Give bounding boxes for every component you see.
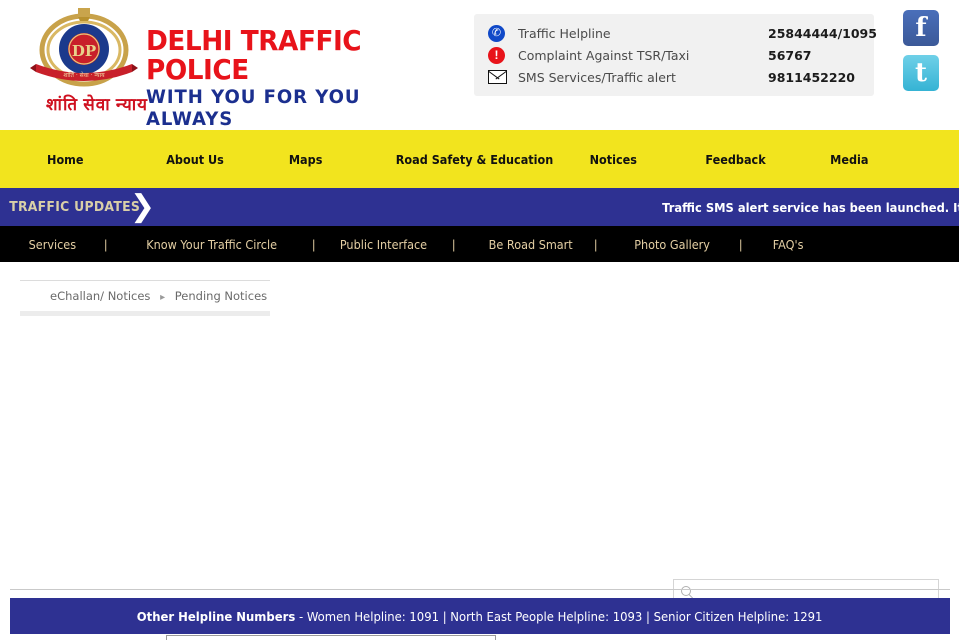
traffic-updates-label: TRAFFIC UPDATES [9,199,141,215]
contact-value: 25844444/1095 [768,25,877,41]
traffic-updates-message[interactable]: Traffic SMS alert service has been launc… [662,188,959,226]
secondary-navigation: Services | Know Your Traffic Circle | Pu… [0,226,959,262]
subnav-item-faqs[interactable]: FAQ's [773,237,804,252]
nav-item-maps[interactable]: Maps [289,152,323,167]
contact-row-sms: SMS Services/Traffic alert 9811452220 [488,66,862,88]
footer-helpline-text: Other Helpline Numbers - Women Helpline:… [137,609,823,624]
nav-item-feedback[interactable]: Feedback [705,152,765,167]
contact-row-complaint: ! Complaint Against TSR/Taxi 56767 [488,44,862,66]
chevron-right-icon: ❯ [130,189,156,224]
delhi-police-emblem-icon: DP शांति · सेवा · न्याय [30,8,138,87]
traffic-updates-bar: TRAFFIC UPDATES ❯ Traffic SMS alert serv… [0,188,959,226]
brand-title: DELHI TRAFFIC POLICE [146,24,362,87]
subnav-separator: | [452,236,456,252]
nav-item-road-safety[interactable]: Road Safety & Education [396,152,554,167]
contact-label: SMS Services/Traffic alert [518,69,676,85]
breadcrumb-separator-icon: ▸ [160,292,166,303]
alert-icon: ! [488,46,518,64]
site-header: DP शांति · सेवा · न्याय DELHI TRAFFIC PO… [0,0,959,130]
main-content: eChallan/ Notices ▸ Pending Notices VEHI… [0,262,959,640]
breadcrumb-bottom-divider [20,311,270,316]
primary-navigation: Home About Us Maps Road Safety & Educati… [0,130,959,188]
vehicle-number-form: VEHICLE NUMBER* [22,635,497,640]
svg-text:शांति · सेवा · न्याय: शांति · सेवा · न्याय [63,71,105,79]
subnav-item-photo-gallery[interactable]: Photo Gallery [634,237,710,252]
contact-value: 9811452220 [768,69,855,85]
breadcrumb-item-echallan[interactable]: eChallan/ Notices [50,289,150,303]
subnav-separator: | [104,236,108,252]
nav-item-about-us[interactable]: About Us [166,152,224,167]
svg-text:DP: DP [72,42,96,60]
facebook-icon[interactable]: f [903,10,939,46]
phone-icon: ✆ [488,24,518,42]
breadcrumb-item-pending-notices[interactable]: Pending Notices [175,289,267,303]
contact-label: Traffic Helpline [518,25,611,41]
footer-divider [10,589,950,590]
brand-wordmark: DELHI TRAFFIC POLICE WITH YOU FOR YOU AL… [146,26,388,130]
brand-tagline: WITH YOU FOR YOU ALWAYS [146,85,361,130]
subnav-item-public-interface[interactable]: Public Interface [340,237,427,252]
twitter-glyph: t [914,58,927,88]
nav-item-home[interactable]: Home [47,152,84,167]
nav-item-media[interactable]: Media [830,152,868,167]
facebook-glyph: f [915,13,927,43]
footer-helpline-bar: Other Helpline Numbers - Women Helpline:… [10,598,950,634]
subnav-separator: | [739,236,743,252]
contact-label: Complaint Against TSR/Taxi [518,47,690,63]
contact-info-box: ✆ Traffic Helpline 25844444/1095 ! Compl… [474,14,877,96]
page-root: DP शांति · सेवा · न्याय DELHI TRAFFIC PO… [0,0,959,640]
subnav-item-services[interactable]: Services [29,237,76,252]
social-links: f t [903,10,941,100]
breadcrumb: eChallan/ Notices ▸ Pending Notices [20,280,270,316]
vehicle-number-input[interactable] [166,635,497,640]
nav-item-notices[interactable]: Notices [590,152,637,167]
twitter-icon[interactable]: t [903,55,939,91]
subnav-separator: | [312,236,316,252]
contact-value: 56767 [768,47,812,63]
subnav-item-traffic-circle[interactable]: Know Your Traffic Circle [146,237,277,252]
contact-row-helpline: ✆ Traffic Helpline 25844444/1095 [488,22,877,44]
site-logo[interactable]: DP शांति · सेवा · न्याय DELHI TRAFFIC PO… [28,4,388,129]
mail-icon [488,70,518,84]
subnav-item-be-road-smart[interactable]: Be Road Smart [489,237,573,252]
footer-numbers: - Women Helpline: 1091 | North East Peop… [295,608,823,624]
footer-heading: Other Helpline Numbers [137,608,296,624]
brand-motto-hindi: शांति सेवा न्याय [46,95,149,114]
subnav-separator: | [594,236,598,252]
